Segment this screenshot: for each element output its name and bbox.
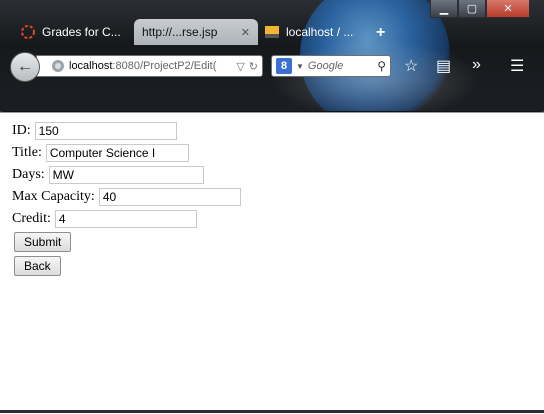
navigation-bar: localhost:8080/ProjectP2/Edit( ▽ ↻ ← 8 ▼… bbox=[0, 46, 544, 84]
overflow-chevron-icon[interactable]: » bbox=[472, 56, 481, 74]
close-tab-icon[interactable]: ✕ bbox=[241, 26, 250, 39]
reload-icon[interactable]: ↻ bbox=[249, 60, 258, 73]
site-identity-icon[interactable] bbox=[51, 59, 65, 73]
menu-icon[interactable]: ☰ bbox=[510, 56, 524, 76]
maximize-button[interactable]: ▢ bbox=[458, 0, 486, 18]
tab-title: Grades for C... bbox=[42, 25, 121, 39]
bookmarks-menu-icon[interactable]: ▤ bbox=[436, 56, 451, 76]
search-placeholder: Google bbox=[307, 60, 344, 72]
url-path: :8080/ProjectP2/Edit( bbox=[112, 60, 217, 72]
bookmark-star-icon[interactable]: ☆ bbox=[404, 56, 418, 76]
id-row: ID: bbox=[12, 120, 177, 142]
search-bar[interactable]: 8 ▼ Google ⚲ bbox=[271, 55, 391, 77]
tab-title: localhost / ... bbox=[286, 25, 354, 39]
dropdown-arrow-icon[interactable]: ▽ bbox=[236, 60, 244, 73]
title-label: Title: bbox=[12, 145, 42, 160]
phpmyadmin-icon bbox=[265, 26, 279, 38]
back-button[interactable]: ← bbox=[10, 52, 40, 82]
capacity-label: Max Capacity: bbox=[12, 189, 95, 204]
id-field[interactable] bbox=[34, 122, 177, 140]
capacity-row: Max Capacity: bbox=[12, 186, 241, 208]
id-label: ID: bbox=[12, 123, 31, 138]
tab-edit-course[interactable]: http://...rse.jsp ✕ bbox=[134, 19, 258, 45]
close-window-button[interactable]: ✕ bbox=[486, 0, 530, 18]
new-tab-button[interactable]: + bbox=[376, 24, 385, 42]
chevron-down-icon[interactable]: ▼ bbox=[296, 62, 304, 71]
title-field[interactable] bbox=[45, 144, 189, 162]
minimize-button[interactable]: ▁ bbox=[430, 0, 458, 18]
url-bar[interactable]: localhost:8080/ProjectP2/Edit( ▽ ↻ bbox=[36, 55, 263, 77]
submit-button[interactable]: Submit bbox=[14, 232, 72, 252]
capacity-field[interactable] bbox=[98, 188, 241, 206]
credit-field[interactable] bbox=[54, 210, 197, 228]
credit-row: Credit: bbox=[12, 208, 197, 230]
browser-chrome: ▁ ▢ ✕ Grades for C... http://...rse.jsp … bbox=[0, 0, 544, 112]
loading-spinner-icon bbox=[21, 25, 35, 39]
days-field[interactable] bbox=[48, 166, 204, 184]
back-arrow-icon: ← bbox=[17, 58, 33, 75]
window-controls: ▁ ▢ ✕ bbox=[430, 0, 530, 18]
days-row: Days: bbox=[12, 164, 204, 186]
back-link-button[interactable]: Back bbox=[14, 256, 61, 276]
tab-localhost[interactable]: localhost / ... bbox=[256, 19, 374, 45]
credit-label: Credit: bbox=[12, 211, 51, 226]
url-tools: ▽ ↻ bbox=[236, 60, 262, 73]
tab-title: http://...rse.jsp bbox=[142, 25, 218, 39]
google-icon[interactable]: 8 bbox=[276, 58, 292, 74]
days-label: Days: bbox=[12, 167, 45, 182]
search-icon[interactable]: ⚲ bbox=[377, 59, 386, 73]
url-host: localhost bbox=[69, 60, 113, 72]
page-content: ID: Title: Days: Max Capacity: Credit: S… bbox=[0, 112, 544, 414]
tab-grades[interactable]: Grades for C... bbox=[12, 19, 130, 45]
title-row: Title: bbox=[12, 142, 189, 164]
